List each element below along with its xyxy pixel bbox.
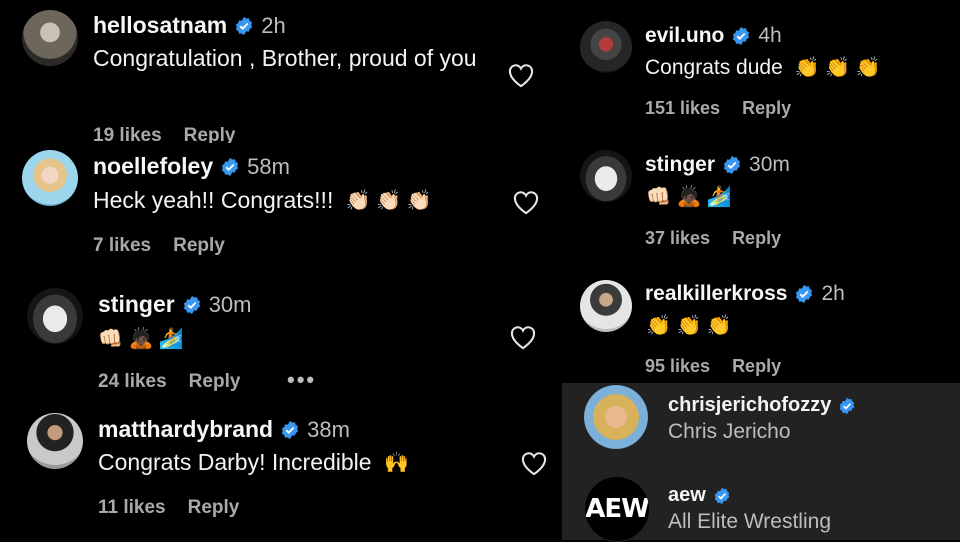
emoji-reactions: 👊🏻 🙇🏿 🏄 [98,328,184,351]
likes-count[interactable]: 7 likes [93,235,151,256]
comment-time: 30m [749,153,790,176]
heart-icon[interactable] [520,450,548,476]
verified-badge-icon [796,284,813,304]
comment-text: Congratulation , Brother, proud of you [93,45,477,71]
likes-count[interactable]: 11 likes [98,497,166,518]
comment-meta: 37 likes Reply [645,228,781,249]
verified-badge-icon [222,157,239,176]
avatar[interactable]: AEW [584,476,650,542]
avatar[interactable] [580,150,632,202]
reply-button[interactable]: Reply [173,235,225,256]
comment-text: Congrats Darby! Incredible 🙌 [98,446,409,480]
reply-button[interactable]: Reply [732,356,781,376]
suggestion-username[interactable]: aew [668,484,731,507]
likes-count[interactable]: 37 likes [645,228,710,248]
emoji-clap: 👏 👏 👏 [794,56,881,79]
comment-meta: 11 likes Reply [98,497,239,519]
heart-icon[interactable] [507,62,535,88]
reply-button[interactable]: Reply [184,125,236,143]
likes-count[interactable]: 24 likes [98,371,167,392]
comment-meta: 95 likes Reply [645,356,781,377]
reply-button[interactable]: Reply [188,497,240,518]
avatar[interactable] [580,21,632,73]
avatar[interactable] [580,280,632,332]
account-suggestions-popup: chrisjerichofozzy Chris Jericho AEW aew … [562,383,960,542]
likes-count[interactable]: 19 likes [93,125,162,143]
comment-meta: 19 likes Reply [93,125,235,143]
verified-badge-icon [282,420,299,439]
verified-badge-icon [723,155,741,175]
avatar[interactable] [584,385,648,449]
comment-username[interactable]: stinger 30m [98,291,251,318]
comment-time: 2h [821,282,845,305]
suggestion-username[interactable]: chrisjerichofozzy [668,394,856,417]
comment-body: Congrats dude [645,56,783,79]
comment-time: 4h [758,24,782,47]
comment-meta: 7 likes Reply [93,235,225,257]
reply-button[interactable]: Reply [742,98,791,118]
verified-badge-icon [236,16,253,35]
heart-icon[interactable] [512,189,540,215]
comment-time: 30m [208,291,252,317]
comment-username[interactable]: realkillerkross 2h [645,282,845,306]
heart-icon[interactable] [509,324,537,350]
avatar[interactable] [27,413,83,469]
emoji-reactions: 👊🏻 🙇🏿 🏄 [646,186,732,209]
likes-count[interactable]: 95 likes [645,356,710,376]
comment-body: Congrats Darby! Incredible [98,449,372,475]
verified-badge-icon [183,295,200,314]
comment-text: 👊🏻 🙇🏿 🏄 [92,322,184,356]
comment-time: 58m [247,153,290,179]
reply-button[interactable]: Reply [189,371,241,392]
avatar[interactable] [22,150,78,206]
comment-time: 2h [261,12,286,38]
emoji-clap: 👏🏻 👏🏻 👏🏻 [345,190,432,213]
emoji-clap: 👏 👏 👏 [646,315,732,338]
avatar[interactable] [27,288,83,344]
aew-logo: AEW [585,494,649,524]
comment-body: Heck yeah!! Congrats!!! [93,187,334,213]
verified-badge-icon [840,397,855,414]
emoji-raised-hands: 🙌 [383,452,409,475]
comment-username[interactable]: hellosatnam 2h [93,12,286,39]
verified-badge-icon [733,26,750,46]
comment-username[interactable]: noellefoley 58m [93,153,290,180]
comment-time: 38m [307,416,350,442]
avatar[interactable] [22,10,78,66]
likes-count[interactable]: 151 likes [645,98,720,118]
comment-text: Heck yeah!! Congrats!!! 👏🏻 👏🏻 👏🏻 [93,184,432,218]
comment-username[interactable]: stinger 30m [645,153,790,177]
comment-username[interactable]: matthardybrand 38m [98,416,350,443]
comment-text: Congrats dude 👏 👏 👏 [645,51,880,85]
verified-badge-icon [714,487,730,504]
reply-button[interactable]: Reply [732,228,781,248]
more-options-icon[interactable]: ••• [287,367,316,393]
comment-meta: 24 likes Reply [98,371,240,393]
comment-text: 👏 👏 👏 [640,309,732,343]
comment-text: 👊🏻 🙇🏿 🏄 [640,180,732,214]
comment-username[interactable]: evil.uno 4h [645,24,782,48]
suggestion-fullname: Chris Jericho [668,420,791,443]
suggestion-fullname: All Elite Wrestling [668,510,831,533]
comment-meta: 151 likes Reply [645,98,791,119]
